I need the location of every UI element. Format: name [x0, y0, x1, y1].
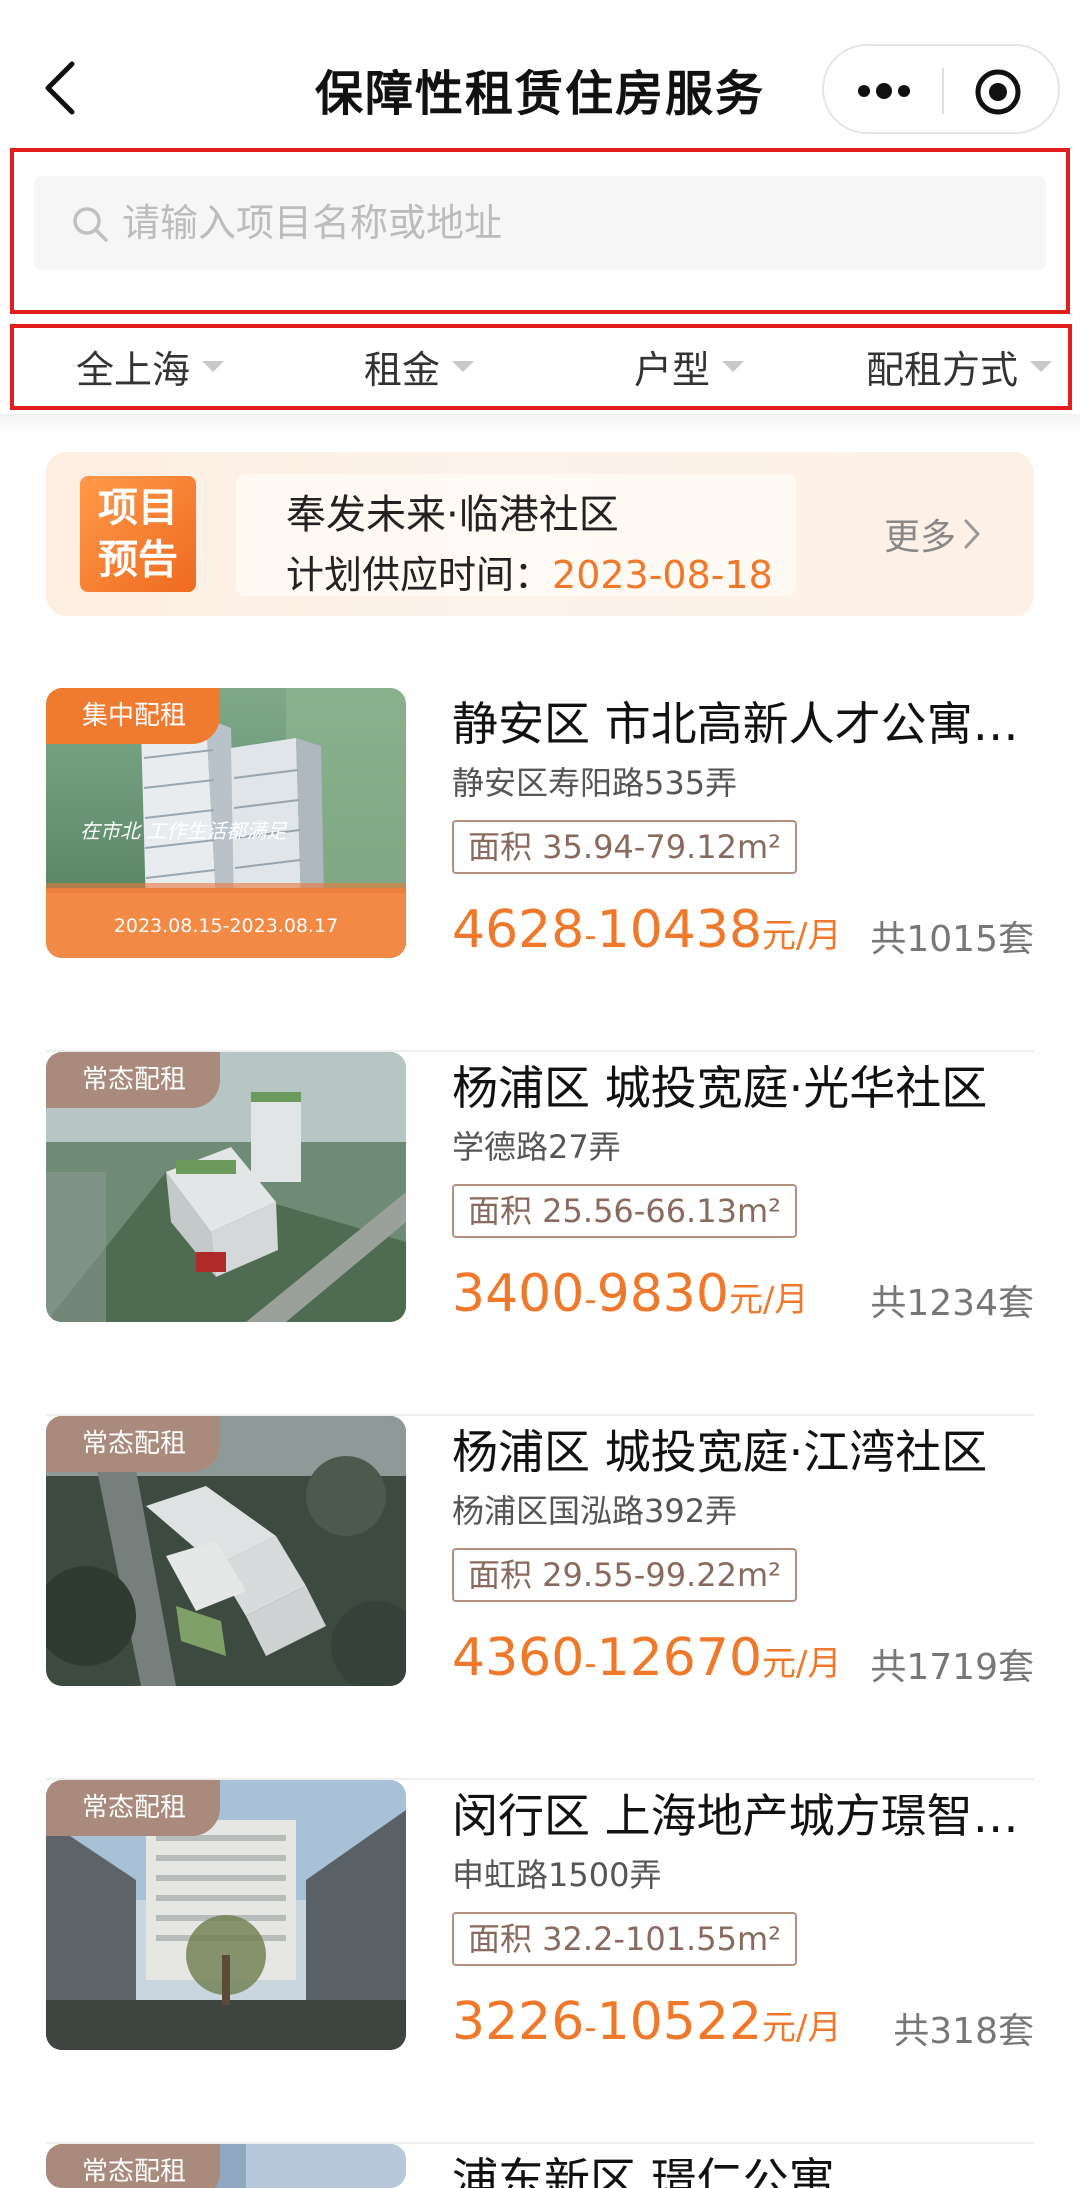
project-preview-badge: 项目 预告: [80, 476, 196, 592]
listing-image-slogan: 在市北 工作生活都满足: [80, 819, 288, 843]
price-high: 9830: [596, 1264, 729, 1324]
price-unit: 元/月: [762, 2008, 842, 2048]
listing-image: 常态配租: [46, 1780, 406, 2050]
listing-unit-count: 共1719套: [870, 1647, 1034, 1688]
search-input[interactable]: [122, 176, 1002, 270]
listing-area: 面积 25.56-66.13m²: [452, 1184, 797, 1238]
listing-card[interactable]: 常态配租 杨浦区 城投宽庭·光华社区 学德路27弄 面积 25.56-66.13…: [46, 1052, 1034, 1416]
listing-price: 4628-10438元/月: [452, 900, 842, 960]
listing-image: 常态配租: [46, 1416, 406, 1686]
chevron-right-icon: [964, 519, 980, 549]
listing-image-caption: 2023.08.15-2023.08.17: [114, 915, 338, 937]
filter-divider: [0, 414, 1080, 432]
capsule-divider: [942, 68, 944, 114]
listing-unit-count: 共1234套: [870, 1283, 1034, 1324]
dropdown-arrow-icon: [452, 360, 475, 372]
listing-area: 面积 35.94-79.12m²: [452, 820, 797, 874]
listing-unit-count: 共318套: [893, 2011, 1034, 2052]
listing-card[interactable]: 常态配租 浦东新区 璟仁公寓: [46, 2144, 1034, 2188]
search-bar[interactable]: [34, 176, 1046, 270]
mini-program-capsule: [822, 44, 1060, 134]
banner-supply-time: 计划供应时间：2023-08-18: [286, 544, 776, 599]
price-dash: -: [584, 1644, 597, 1684]
listing-tag: 常态配租: [46, 1780, 221, 1836]
price-unit: 元/月: [762, 1644, 842, 1684]
banner-more-link[interactable]: 更多: [884, 508, 982, 560]
supply-time-label: 计划供应时间：: [286, 553, 553, 597]
listing-address: 静安区寿阳路535弄: [452, 764, 738, 802]
filter-allocation[interactable]: 配租方式: [866, 336, 1053, 396]
banner-more-label: 更多: [884, 517, 957, 558]
listing-address: 杨浦区国泓路392弄: [452, 1492, 738, 1530]
listing-tag: 集中配租: [46, 688, 221, 744]
price-low: 4360: [452, 1628, 585, 1688]
price-unit: 元/月: [728, 1280, 809, 1320]
dropdown-arrow-icon: [722, 360, 745, 372]
listing-tag: 常态配租: [46, 2144, 221, 2188]
price-dash: -: [584, 1280, 597, 1320]
price-unit: 元/月: [762, 916, 842, 956]
more-icon[interactable]: [854, 76, 914, 106]
filter-region[interactable]: 全上海: [76, 336, 225, 396]
filter-allocation-label: 配租方式: [866, 347, 1019, 392]
listing-image: 2023.08.15-2023.08.17 在市北 工作生活都满足 集中配租: [46, 688, 406, 958]
price-high: 12670: [596, 1628, 763, 1688]
listing-price: 4360-12670元/月: [452, 1628, 842, 1688]
listing-card[interactable]: 常态配租 杨浦区 城投宽庭·江湾社区 杨浦区国泓路392弄 面积 29.55-9…: [46, 1416, 1034, 1780]
listing-title: 杨浦区 城投宽庭·光华社区: [452, 1061, 988, 1115]
price-low: 3400: [452, 1264, 585, 1324]
project-preview-banner[interactable]: 项目 预告 奉发未来·临港社区 计划供应时间：2023-08-18 更多: [46, 452, 1034, 616]
listing-area: 面积 29.55-99.22m²: [452, 1548, 797, 1602]
filter-layout-label: 户型: [634, 347, 711, 392]
price-dash: -: [584, 916, 597, 956]
listing-card[interactable]: 2023.08.15-2023.08.17 在市北 工作生活都满足 集中配租 静…: [46, 688, 1034, 1052]
badge-line1: 项目: [98, 485, 178, 531]
filter-rent-label: 租金: [364, 347, 441, 392]
navigation-bar: 保障性租赁住房服务: [0, 0, 1080, 150]
dropdown-arrow-icon: [202, 360, 225, 372]
listing-image: 常态配租: [46, 2144, 406, 2188]
price-high: 10522: [596, 1992, 763, 2052]
listing-address: 申虹路1500弄: [452, 1856, 662, 1894]
listing-unit-count: 共1015套: [870, 919, 1034, 960]
banner-project-name: 奉发未来·临港社区: [286, 492, 619, 538]
listing-title: 静安区 市北高新人才公寓…: [452, 697, 1019, 751]
listing-image: 常态配租: [46, 1052, 406, 1322]
price-low: 3226: [452, 1992, 585, 2052]
price-low: 4628: [452, 900, 585, 960]
listing-tag: 常态配租: [46, 1416, 221, 1472]
listing-title: 浦东新区 璟仁公寓: [452, 2153, 835, 2188]
listing-title: 杨浦区 城投宽庭·江湾社区: [452, 1425, 988, 1479]
listing-card[interactable]: 常态配租 闵行区 上海地产城方璟智… 申虹路1500弄 面积 32.2-101.…: [46, 1780, 1034, 2144]
filter-rent[interactable]: 租金: [364, 336, 475, 396]
dropdown-arrow-icon: [1030, 360, 1053, 372]
listing-area: 面积 32.2-101.55m²: [452, 1912, 797, 1966]
price-high: 10438: [596, 900, 763, 960]
supply-time-value: 2023-08-18: [552, 553, 773, 597]
search-icon: [70, 204, 110, 244]
filter-region-label: 全上海: [76, 347, 191, 392]
listing-price: 3226-10522元/月: [452, 1992, 842, 2052]
price-dash: -: [584, 2008, 597, 2048]
close-miniprogram-icon[interactable]: [974, 68, 1022, 116]
badge-line2: 预告: [98, 537, 178, 583]
filter-layout[interactable]: 户型: [634, 336, 745, 396]
listing-address: 学德路27弄: [452, 1128, 621, 1166]
listing-title: 闵行区 上海地产城方璟智…: [452, 1789, 1019, 1843]
listing-price: 3400-9830元/月: [452, 1264, 808, 1324]
listing-tag: 常态配租: [46, 1052, 221, 1108]
